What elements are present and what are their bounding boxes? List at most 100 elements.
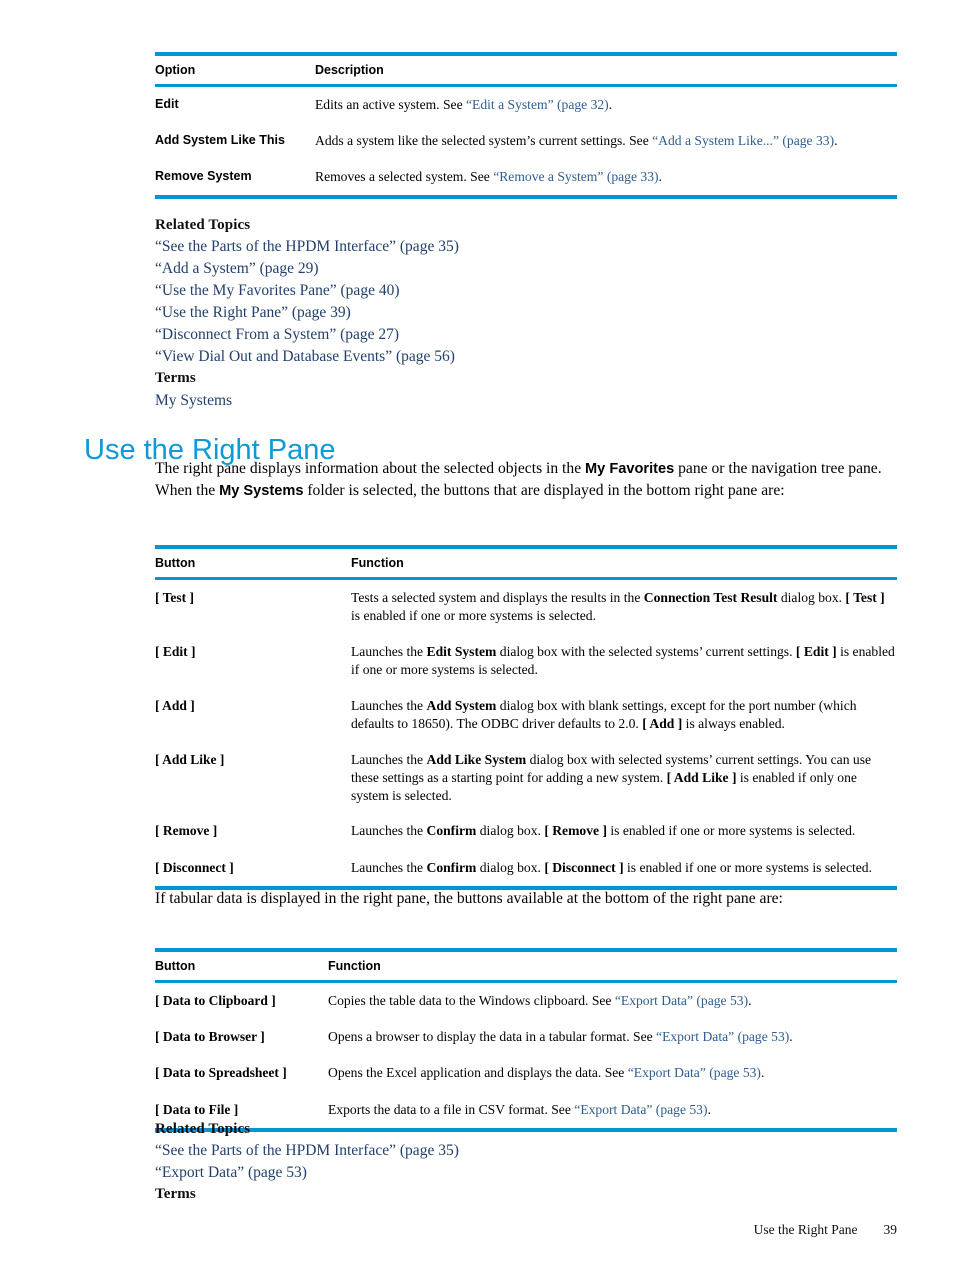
table-row: [ Edit ] Launches the Edit System dialog… (155, 634, 897, 688)
terms-heading: Terms (155, 370, 196, 387)
emphasis-text: [ Add Like ] (666, 769, 737, 785)
buttons-table: Button Function [ Test ] Tests a selecte… (155, 545, 897, 890)
cross-reference-link[interactable]: “Export Data” (page 53) (615, 993, 748, 1008)
button-name: [ Data to Spreadsheet ] (155, 1065, 287, 1081)
emphasis-text: [ Add ] (642, 715, 683, 731)
emphasis-text: [ Remove ] (544, 823, 607, 839)
column-header-description: Description (315, 63, 384, 77)
related-topics-block-1: Related Topics “See the Parts of the HPD… (155, 215, 459, 412)
emphasis-text: Connection Test Result (643, 590, 778, 605)
table-header-row: Button Function (155, 549, 897, 577)
option-name: Remove System (155, 168, 252, 183)
table-row: [ Add ] Launches the Add System dialog b… (155, 688, 897, 742)
emphasis-text: [ Edit ] (795, 643, 837, 659)
option-description: Adds a system like the selected system’s… (315, 123, 897, 159)
body-text: Launches the (351, 643, 427, 659)
footer-section-label: Use the Right Pane (753, 1222, 858, 1237)
fn-text-end: . (707, 1101, 711, 1117)
table-row: [ Data to Browser ] Opens a browser to d… (155, 1019, 897, 1055)
body-text: Launches the (351, 697, 427, 713)
column-header-function: Function (351, 556, 404, 570)
related-topic-link[interactable]: “Use the My Favorites Pane” (page 40) (155, 280, 459, 302)
cross-reference-link[interactable]: “Export Data” (page 53) (628, 1065, 761, 1080)
table-row: [ Test ] Tests a selected system and dis… (155, 580, 897, 634)
button-name: [ Test ] (155, 590, 195, 605)
body-text: Launches the (351, 751, 427, 767)
table-row: [ Data to Clipboard ] Copies the table d… (155, 983, 897, 1019)
rule-line (155, 194, 897, 199)
related-topic-link[interactable]: “Use the Right Pane” (page 39) (155, 302, 459, 324)
option-description: Edits an active system. See “Edit a Syst… (315, 87, 897, 123)
button-name: [ Edit ] (155, 643, 196, 659)
body-text: Launches the (351, 823, 427, 839)
cross-reference-link[interactable]: “Remove a System” (page 33) (493, 169, 658, 184)
table-row: [ Add Like ] Launches the Add Like Syste… (155, 742, 897, 814)
desc-text: Adds a system like the selected system’s… (315, 132, 653, 148)
emphasis-text: [ Disconnect ] (544, 859, 624, 875)
column-header-option: Option (155, 63, 196, 77)
emphasis-text: Add Like System (426, 751, 527, 767)
cross-reference-link[interactable]: “Export Data” (page 53) (656, 1029, 789, 1044)
emphasis-text: Confirm (426, 823, 477, 839)
fn-text: Exports the data to a file in CSV format… (328, 1101, 575, 1117)
table-row: [ Data to Spreadsheet ] Opens the Excel … (155, 1055, 897, 1091)
body-text: dialog box. (476, 859, 545, 875)
cross-reference-link[interactable]: “Edit a System” (page 32) (466, 97, 609, 112)
desc-text-end: . (608, 97, 613, 112)
fn-text: Opens a browser to display the data in a… (328, 1029, 657, 1045)
table-row: [ Disconnect ] Launches the Confirm dial… (155, 850, 897, 886)
table-rule-bottom (155, 194, 897, 199)
body-text: is enabled if one or more systems is sel… (606, 823, 856, 839)
table-row: Add System Like This Adds a system like … (155, 123, 897, 159)
button-function: Tests a selected system and displays the… (351, 580, 897, 634)
desc-text: Removes a selected system. See (315, 168, 494, 184)
emphasis-text: Edit System (426, 643, 497, 659)
desc-text-end: . (834, 132, 838, 148)
body-text: is enabled if one or more systems is sel… (351, 607, 596, 623)
button-name: [ Disconnect ] (155, 859, 234, 875)
intro-bold-my-systems: My Systems (219, 483, 304, 500)
cross-reference-link[interactable]: “Add a System Like...” (page 33) (652, 133, 834, 148)
option-description: Removes a selected system. See “Remove a… (315, 159, 897, 195)
intro-bold-my-favorites: My Favorites (585, 461, 675, 477)
body-text: is enabled if one or more systems is sel… (623, 859, 872, 875)
button-function: Launches the Add Like System dialog box … (351, 742, 897, 814)
column-header-function: Function (328, 959, 381, 973)
term-item: My Systems (155, 391, 233, 409)
button-function: Opens the Excel application and displays… (328, 1055, 897, 1091)
fn-text-end: . (748, 993, 752, 1008)
button-function: Launches the Confirm dialog box. [ Disco… (351, 850, 897, 886)
related-topic-link[interactable]: “See the Parts of the HPDM Interface” (p… (155, 236, 459, 258)
tabular-data-paragraph: If tabular data is displayed in the righ… (155, 890, 783, 907)
button-name: [ Remove ] (155, 823, 218, 839)
intro-paragraph: The right pane displays information abou… (155, 458, 897, 503)
related-topics-heading: Related Topics (155, 217, 251, 233)
button-function: Launches the Add System dialog box with … (351, 688, 897, 742)
fn-text: Copies the table data to the Windows cli… (328, 993, 615, 1008)
button-name: [ Add Like ] (155, 751, 225, 767)
fn-text: Opens the Excel application and displays… (328, 1065, 628, 1081)
option-name: Add System Like This (155, 132, 285, 147)
desc-text: Edits an active system. See (315, 97, 467, 112)
table-row: Remove System Removes a selected system.… (155, 159, 897, 195)
related-topic-link[interactable]: “Export Data” (page 53) (155, 1162, 459, 1184)
related-topic-link[interactable]: “View Dial Out and Database Events” (pag… (155, 346, 459, 368)
column-header-button: Button (155, 959, 196, 973)
related-topics-block-2: Related Topics “See the Parts of the HPD… (155, 1119, 459, 1206)
fn-text-end: . (760, 1065, 765, 1081)
body-text: dialog box. (777, 590, 846, 605)
emphasis-text: [ Test ] (845, 590, 885, 605)
cross-reference-link[interactable]: “Export Data” (page 53) (574, 1102, 707, 1117)
document-page: Option Description Edit Edits an active … (0, 0, 954, 1271)
button-function: Launches the Confirm dialog box. [ Remov… (351, 813, 897, 849)
button-name: [ Add ] (155, 697, 195, 713)
table-row: Edit Edits an active system. See “Edit a… (155, 87, 897, 123)
related-topic-link[interactable]: “Add a System” (page 29) (155, 258, 459, 280)
related-topic-link[interactable]: “See the Parts of the HPDM Interface” (p… (155, 1140, 459, 1162)
terms-heading: Terms (155, 1186, 196, 1203)
export-buttons-table: Button Function [ Data to Clipboard ] Co… (155, 948, 897, 1132)
related-topic-link[interactable]: “Disconnect From a System” (page 27) (155, 324, 459, 346)
button-function: Copies the table data to the Windows cli… (328, 983, 897, 1019)
column-header-button: Button (155, 556, 196, 570)
body-text: Tests a selected system and displays the… (351, 590, 644, 605)
